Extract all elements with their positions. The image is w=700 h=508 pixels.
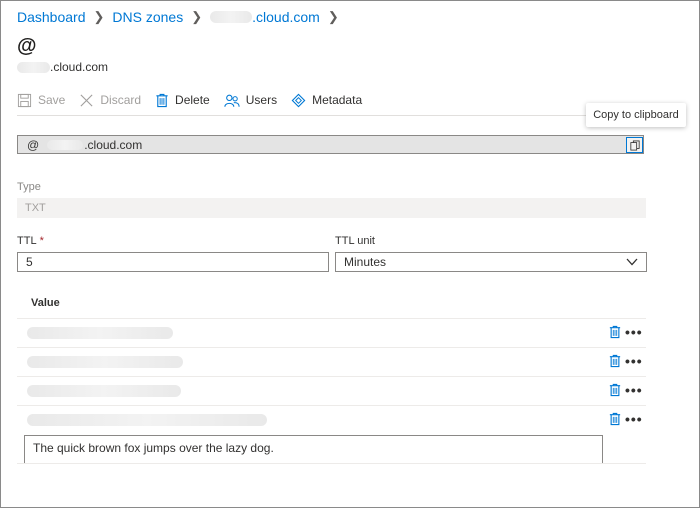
delete-label: Delete bbox=[175, 93, 210, 107]
trash-icon[interactable] bbox=[609, 325, 621, 339]
redacted-value[interactable] bbox=[27, 414, 267, 426]
breadcrumb-dns-zones[interactable]: DNS zones bbox=[112, 9, 183, 25]
redacted-text bbox=[47, 139, 84, 150]
discard-button[interactable]: Discard bbox=[79, 93, 141, 108]
command-bar: Save Discard Delete Users Metadata bbox=[17, 88, 376, 112]
page-title: @ bbox=[17, 35, 37, 57]
ttl-unit-dropdown[interactable]: Minutes bbox=[335, 252, 647, 272]
new-value-textarea[interactable]: The quick brown fox jumps over the lazy … bbox=[24, 435, 603, 464]
save-label: Save bbox=[38, 93, 66, 107]
trash-icon[interactable] bbox=[609, 354, 621, 368]
ttl-unit-label: TTL unit bbox=[335, 235, 375, 247]
trash-icon bbox=[156, 93, 168, 107]
save-button[interactable]: Save bbox=[17, 93, 65, 108]
chevron-right-icon: ❯ bbox=[191, 9, 203, 24]
more-options-icon[interactable]: ••• bbox=[625, 383, 643, 397]
record-name-field: @ .cloud.com bbox=[17, 135, 644, 154]
trash-icon[interactable] bbox=[609, 412, 621, 426]
value-row: ••• bbox=[17, 319, 646, 347]
breadcrumb-dashboard[interactable]: Dashboard bbox=[17, 9, 86, 25]
metadata-button[interactable]: Metadata bbox=[291, 93, 362, 108]
subtitle-text: .cloud.com bbox=[50, 60, 109, 74]
copy-tooltip: Copy to clipboard bbox=[586, 103, 686, 127]
save-icon bbox=[17, 93, 32, 107]
copy-icon bbox=[629, 140, 640, 150]
record-name-suffix: .cloud.com bbox=[84, 137, 143, 152]
ttl-label-text: TTL bbox=[17, 235, 37, 247]
copy-to-clipboard-button[interactable] bbox=[626, 137, 643, 153]
users-label: Users bbox=[245, 93, 278, 107]
users-icon bbox=[224, 94, 240, 107]
ttl-unit-value: Minutes bbox=[344, 255, 387, 269]
value-row: ••• bbox=[17, 377, 646, 405]
redacted-text bbox=[17, 61, 50, 73]
trash-icon[interactable] bbox=[609, 383, 621, 397]
more-options-icon[interactable]: ••• bbox=[625, 412, 643, 426]
redacted-value[interactable] bbox=[27, 385, 181, 397]
redacted-text bbox=[210, 11, 253, 23]
redacted-value[interactable] bbox=[27, 327, 173, 339]
chevron-right-icon: ❯ bbox=[93, 9, 105, 24]
more-options-icon[interactable]: ••• bbox=[625, 354, 643, 368]
type-label: Type bbox=[17, 181, 41, 193]
chevron-down-icon bbox=[626, 258, 638, 266]
breadcrumb: Dashboard ❯ DNS zones ❯ .cloud.com ❯ bbox=[17, 9, 347, 25]
tag-icon bbox=[291, 93, 306, 107]
type-field: TXT bbox=[17, 198, 646, 218]
record-name-prefix: @ bbox=[27, 137, 40, 152]
chevron-right-icon: ❯ bbox=[327, 9, 339, 24]
users-button[interactable]: Users bbox=[224, 93, 277, 108]
value-column-header: Value bbox=[31, 297, 60, 309]
ttl-input[interactable]: 5 bbox=[17, 252, 329, 272]
discard-label: Discard bbox=[100, 93, 142, 107]
required-marker: * bbox=[39, 235, 44, 247]
delete-button[interactable]: Delete bbox=[155, 93, 210, 108]
value-row: ••• bbox=[17, 348, 646, 376]
redacted-value[interactable] bbox=[27, 356, 183, 368]
breadcrumb-zone[interactable]: .cloud.com bbox=[252, 9, 320, 25]
page-subtitle: .cloud.com bbox=[17, 60, 108, 74]
row-divider bbox=[17, 463, 646, 464]
metadata-label: Metadata bbox=[312, 93, 363, 107]
toolbar-divider bbox=[17, 115, 646, 116]
close-icon bbox=[80, 93, 93, 107]
more-options-icon[interactable]: ••• bbox=[625, 325, 643, 339]
value-row: ••• bbox=[17, 406, 646, 434]
ttl-label: TTL * bbox=[17, 235, 44, 247]
